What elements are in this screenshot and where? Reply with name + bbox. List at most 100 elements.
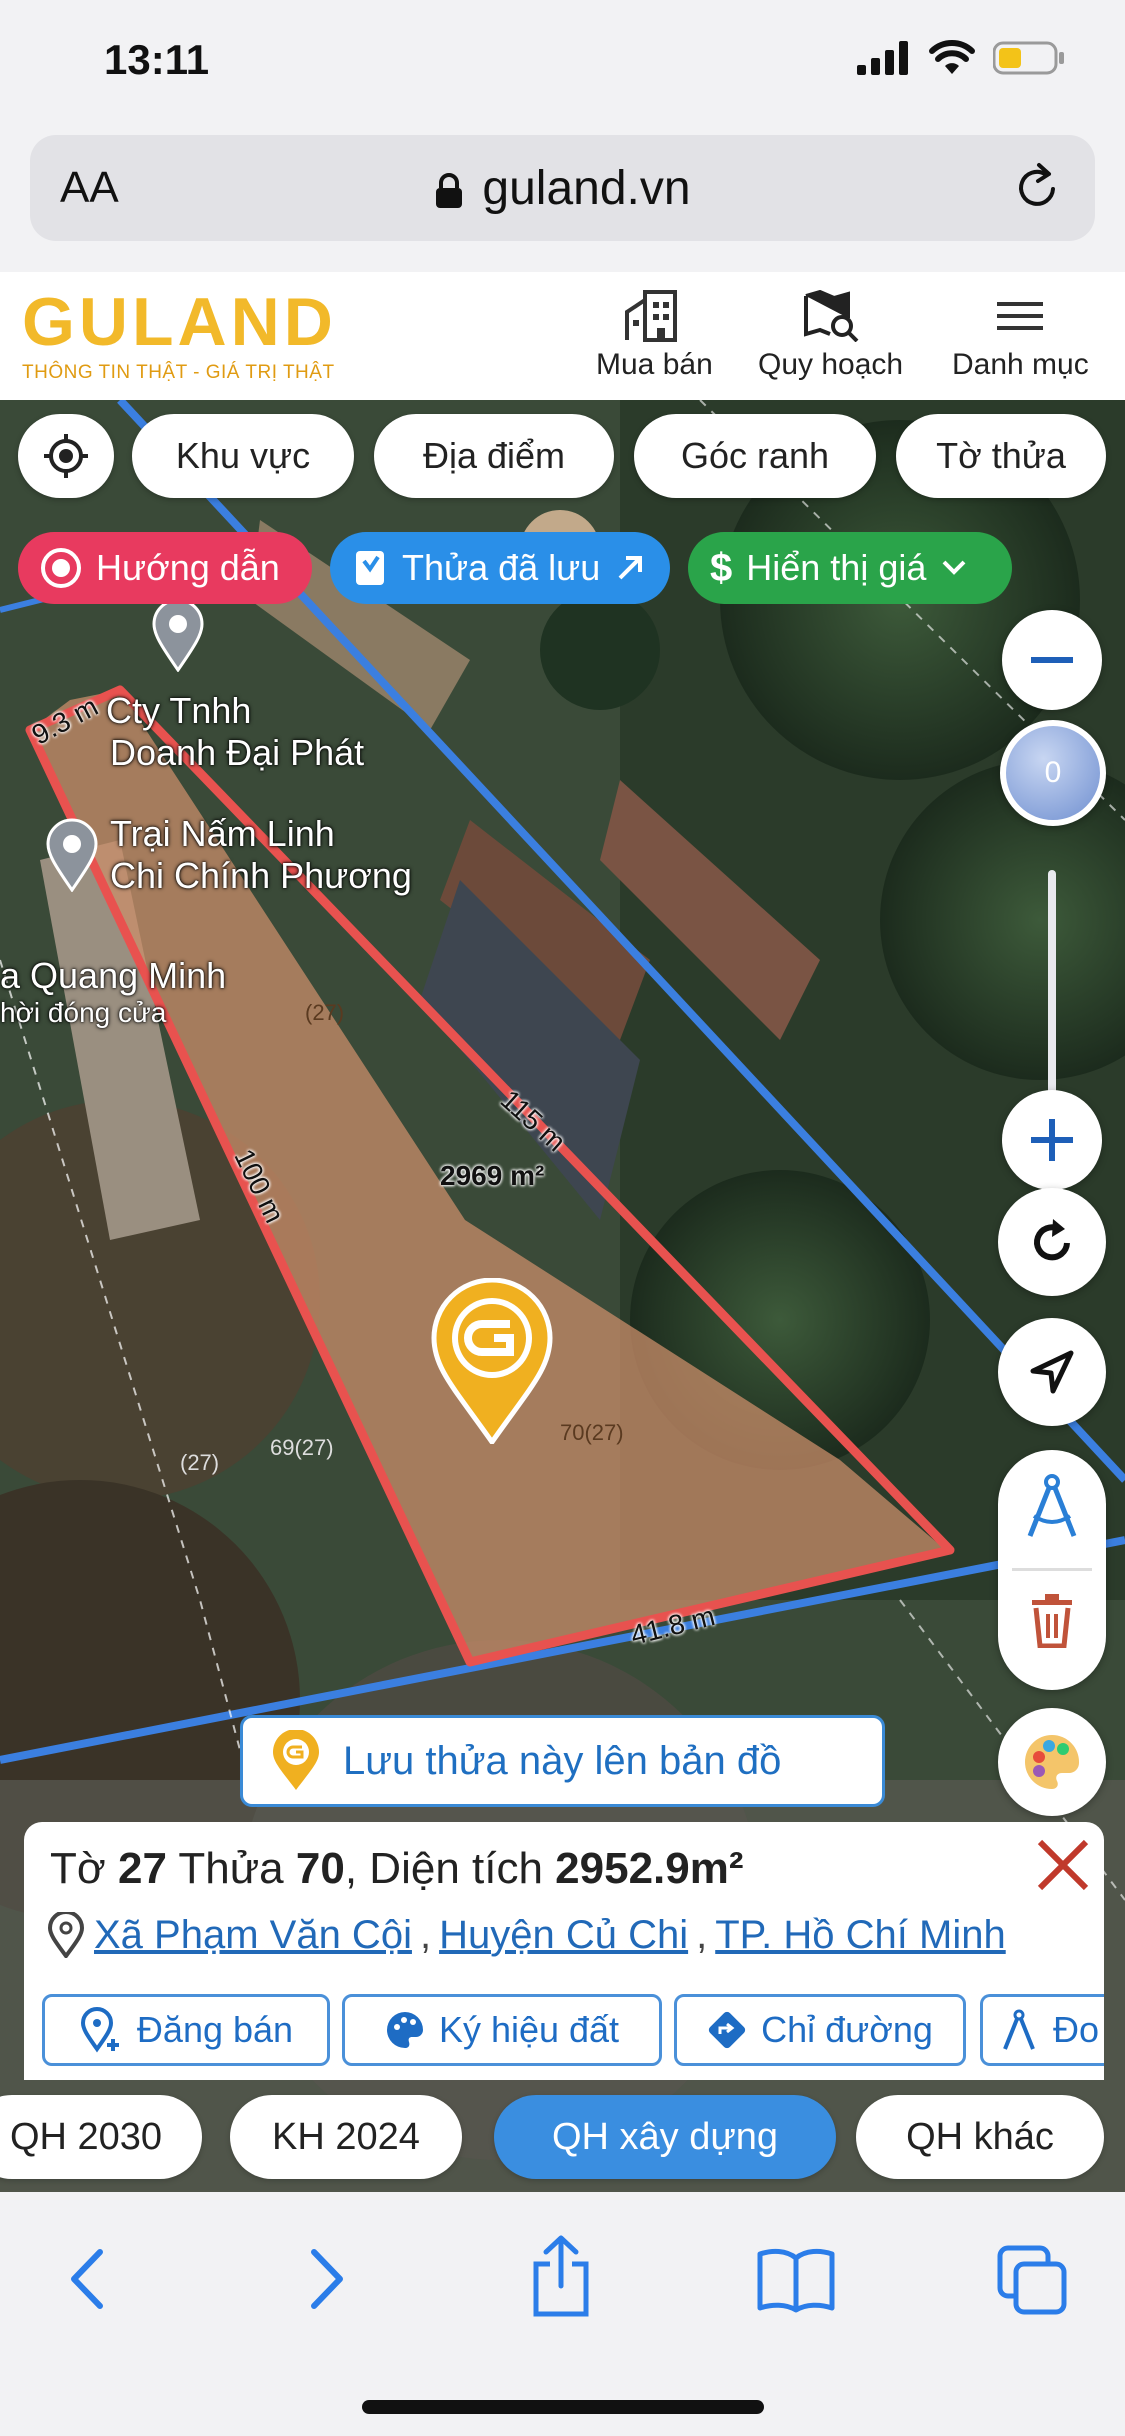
area-title-label: Diện tích bbox=[369, 1844, 543, 1893]
building-icon bbox=[625, 290, 678, 342]
post-sale-button[interactable]: Đăng bán bbox=[42, 1994, 330, 2066]
map-search-icon bbox=[803, 290, 858, 342]
refresh-icon bbox=[1034, 1219, 1070, 1261]
layer-tab-qh-khac[interactable]: QH khác bbox=[856, 2095, 1104, 2179]
parcel-label: Thửa bbox=[178, 1844, 284, 1893]
zoom-slider-thumb[interactable]: 0 bbox=[1000, 720, 1106, 826]
layer-tab-qh-xay-dung[interactable]: QH xây dựng bbox=[494, 2095, 836, 2179]
nav-label: Danh mục bbox=[952, 348, 1089, 381]
dollar-icon: $ bbox=[710, 545, 733, 590]
place-label: Trại Nấm Linh bbox=[110, 813, 335, 854]
place-label: Doanh Đại Phát bbox=[110, 732, 365, 773]
signal-icon bbox=[857, 41, 908, 75]
map-style-button[interactable] bbox=[998, 1708, 1106, 1816]
chevron-down-icon bbox=[942, 560, 966, 575]
sheet-number: 27 bbox=[117, 1844, 167, 1893]
place-label: Chi Chính Phương bbox=[110, 855, 412, 896]
filter-goc-ranh[interactable]: Góc ranh bbox=[634, 414, 876, 498]
zoom-in-button[interactable] bbox=[1002, 1090, 1102, 1190]
parcel-address: Xã Phạm Văn Cội, Huyện Củ Chi, TP. Hồ Ch… bbox=[46, 1912, 1006, 1958]
bookmarks-icon[interactable] bbox=[756, 2244, 836, 2314]
compass-measure-icon bbox=[1003, 2009, 1035, 2050]
city-link[interactable]: TP. Hồ Chí Minh bbox=[715, 1913, 1006, 1958]
nav-label: Mua bán bbox=[596, 348, 713, 381]
guide-button[interactable]: Hướng dẫn bbox=[18, 532, 312, 604]
nav-danh-muc[interactable]: Danh mục bbox=[952, 290, 1089, 382]
forward-icon[interactable] bbox=[302, 2244, 352, 2314]
place-pin-icon[interactable] bbox=[150, 596, 206, 672]
reload-icon[interactable] bbox=[1009, 159, 1065, 215]
menu-icon bbox=[997, 302, 1044, 330]
navigate-button[interactable] bbox=[998, 1318, 1106, 1426]
trash-icon[interactable] bbox=[1028, 1592, 1076, 1648]
url-field[interactable]: guland.vn bbox=[30, 161, 1095, 216]
save-parcel-label: Lưu thửa này lên bản đồ bbox=[343, 1738, 782, 1783]
nav-label: Quy hoạch bbox=[758, 348, 904, 381]
save-parcel-button[interactable]: Lưu thửa này lên bản đồ bbox=[240, 1715, 885, 1807]
nav-quy-hoach[interactable]: Quy hoạch bbox=[758, 290, 903, 382]
land-symbol-button[interactable]: Ký hiệu đất bbox=[342, 1994, 662, 2066]
share-icon[interactable] bbox=[528, 2234, 594, 2318]
title-comma: , bbox=[344, 1844, 358, 1893]
address-bar[interactable]: AA guland.vn bbox=[30, 135, 1095, 241]
home-indicator bbox=[362, 2400, 764, 2414]
place-label: a Quang Minh bbox=[0, 955, 227, 996]
palette-icon bbox=[386, 2012, 423, 2048]
filter-to-thua[interactable]: Tờ thửa bbox=[896, 414, 1106, 498]
minus-icon bbox=[1031, 657, 1073, 663]
plot-number: (27) bbox=[305, 1000, 345, 1025]
parcel-number: 70 bbox=[295, 1844, 345, 1893]
plot-number: 69(27) bbox=[270, 1435, 334, 1460]
show-price-dropdown[interactable]: $ Hiển thị giá bbox=[688, 532, 1012, 604]
guland-pin-icon bbox=[273, 1730, 319, 1790]
post-sale-label: Đăng bán bbox=[136, 2009, 294, 2050]
status-icons bbox=[857, 40, 1065, 76]
compass-measure-icon[interactable] bbox=[1022, 1472, 1082, 1542]
parcel-info-card: Tờ 27 Thửa 70, Diện tích 2952.9m² Xã Phạ… bbox=[24, 1822, 1104, 2080]
close-icon[interactable] bbox=[1032, 1834, 1094, 1896]
navigation-arrow-icon bbox=[1030, 1350, 1074, 1394]
logo-tagline: THÔNG TIN THẬT - GIÁ TRỊ THẬT bbox=[22, 362, 335, 383]
place-label: Cty Tnhh bbox=[106, 690, 252, 731]
palette-icon bbox=[1024, 1735, 1080, 1789]
wifi-icon bbox=[929, 40, 975, 74]
ward-link[interactable]: Xã Phạm Văn Cội bbox=[94, 1913, 412, 1958]
zoom-out-button[interactable] bbox=[1002, 610, 1102, 710]
parcel-title: Tờ 27 Thửa 70, Diện tích 2952.9m² bbox=[50, 1844, 744, 1894]
layer-tab-qh-2030[interactable]: QH 2030 bbox=[0, 2095, 202, 2179]
filter-khu-vuc[interactable]: Khu vực bbox=[132, 414, 354, 498]
tabs-icon[interactable] bbox=[996, 2244, 1068, 2316]
refresh-button[interactable] bbox=[998, 1188, 1106, 1296]
saved-parcels-button[interactable]: Thửa đã lưu bbox=[330, 532, 670, 604]
area-label: 2969 m² bbox=[440, 1160, 545, 1191]
parcel-area: 2952.9m² bbox=[555, 1844, 744, 1893]
battery-icon bbox=[993, 41, 1064, 75]
measure-tool-group bbox=[998, 1450, 1106, 1690]
logo-wordmark: GULAND bbox=[22, 284, 337, 360]
district-link[interactable]: Huyện Củ Chi bbox=[439, 1913, 688, 1958]
layer-tab-kh-2024[interactable]: KH 2024 bbox=[230, 2095, 462, 2179]
plot-number: 70(27) bbox=[560, 1420, 624, 1445]
back-icon[interactable] bbox=[62, 2244, 112, 2314]
directions-button[interactable]: Chỉ đường bbox=[674, 1994, 966, 2066]
locate-button[interactable] bbox=[18, 414, 114, 498]
measure-button[interactable]: Đo bbox=[980, 1994, 1104, 2066]
crosshair-icon bbox=[44, 434, 88, 478]
addr-sep: , bbox=[419, 1912, 432, 1957]
place-pin-icon[interactable] bbox=[44, 816, 100, 892]
url-text: guland.vn bbox=[482, 162, 691, 215]
directions-label: Chỉ đường bbox=[761, 2009, 933, 2050]
location-pin-icon bbox=[47, 1912, 85, 1958]
guland-marker-icon[interactable] bbox=[430, 1278, 554, 1444]
bookmark-icon bbox=[356, 551, 384, 585]
filter-dia-diem[interactable]: Địa điểm bbox=[374, 414, 614, 498]
nav-mua-ban[interactable]: Mua bán bbox=[596, 290, 713, 382]
guide-label: Hướng dẫn bbox=[96, 547, 280, 588]
guland-logo[interactable]: GULAND THÔNG TIN THẬT - GIÁ TRỊ THẬT bbox=[22, 288, 337, 384]
plot-number: (27) bbox=[180, 1450, 220, 1475]
status-bar: 13:11 bbox=[0, 0, 1125, 130]
place-label: hời đóng cửa bbox=[0, 997, 167, 1028]
saved-label: Thửa đã lưu bbox=[402, 547, 601, 588]
play-circle-icon bbox=[41, 548, 81, 588]
lock-icon bbox=[436, 173, 463, 209]
